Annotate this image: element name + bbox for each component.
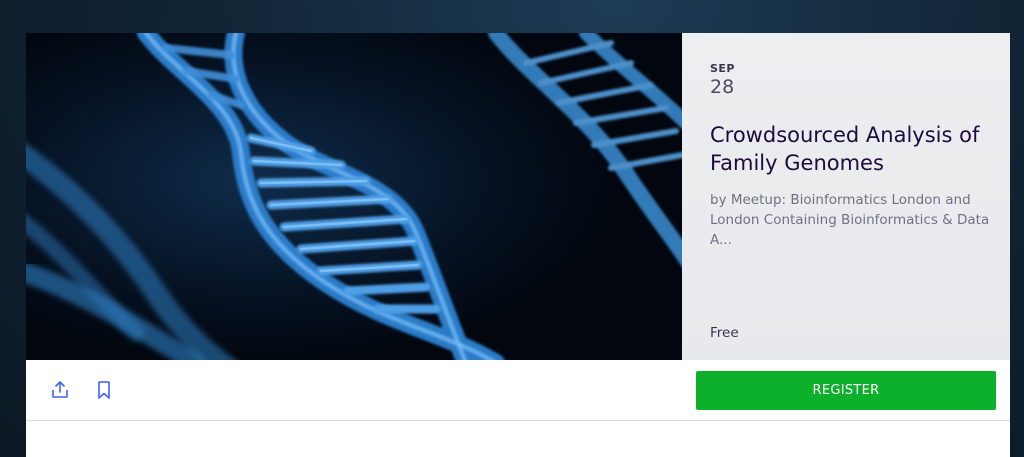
event-info-panel: SEP 28 Crowdsourced Analysis of Family G… bbox=[682, 33, 1010, 360]
event-month: SEP bbox=[710, 62, 735, 75]
event-hero-image[interactable] bbox=[26, 33, 682, 360]
event-day: 28 bbox=[710, 76, 735, 98]
share-icon bbox=[52, 381, 68, 398]
register-button[interactable]: REGISTER bbox=[696, 371, 996, 410]
event-organizer: by Meetup: Bioinformatics London and Lon… bbox=[710, 192, 990, 248]
dna-helix-illustration bbox=[26, 33, 682, 360]
event-price: Free bbox=[710, 325, 739, 341]
event-title[interactable]: Crowdsourced Analysis of Family Genomes bbox=[710, 121, 990, 177]
event-card: SEP 28 Crowdsourced Analysis of Family G… bbox=[26, 33, 1010, 457]
share-button[interactable] bbox=[48, 378, 72, 402]
event-action-bar: REGISTER bbox=[26, 360, 1010, 421]
save-button[interactable] bbox=[92, 378, 116, 402]
bookmark-icon bbox=[98, 381, 110, 399]
